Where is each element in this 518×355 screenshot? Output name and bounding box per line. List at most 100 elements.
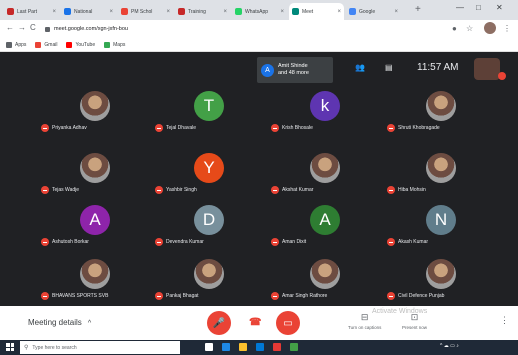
meeting-details-button[interactable]: Meeting details ^	[28, 318, 91, 327]
mic-off-icon	[41, 186, 49, 194]
maximize-button[interactable]: □	[476, 3, 481, 12]
edge-icon[interactable]	[222, 343, 230, 351]
participant-tile[interactable]: N Akash Kumar	[384, 202, 498, 248]
presenter-chip[interactable]: A Amit Shinde and 48 more	[257, 57, 333, 83]
participant-tile[interactable]: Priyanka Adhav	[38, 88, 152, 134]
browser-toolbar: ← → C meet.google.com/xgn-jxfn-bou ● ☆ ⋮	[0, 20, 518, 38]
reload-icon[interactable]: C	[30, 23, 36, 32]
close-tab-icon[interactable]: ×	[223, 9, 227, 15]
tab-label: Training	[188, 8, 206, 15]
mic-off-icon	[271, 238, 279, 246]
windows-start-icon[interactable]	[6, 343, 14, 351]
app-icon[interactable]	[290, 343, 298, 351]
participant-name: Hiba Mohsin	[398, 187, 426, 193]
menu-icon[interactable]: ⋮	[503, 24, 511, 33]
close-tab-icon[interactable]: ×	[166, 9, 170, 15]
url-text: meet.google.com/xgn-jxfn-bou	[54, 26, 128, 32]
bookmark-apps[interactable]: Apps	[6, 41, 26, 48]
mic-off-icon	[271, 124, 279, 132]
participant-tile[interactable]: Tejas Wadje	[38, 150, 152, 196]
chevron-up-icon: ^	[87, 320, 92, 327]
participant-tile[interactable]: BHAVANS SPORTS SVB	[38, 256, 152, 302]
mic-off-icon	[498, 72, 506, 80]
participant-avatar	[194, 259, 224, 289]
camera-indicator-icon[interactable]: ●	[452, 24, 457, 33]
participant-tile[interactable]: Akshat Kumar	[268, 150, 382, 196]
participant-tile[interactable]: Amar Singh Rathore	[268, 256, 382, 302]
chat-icon[interactable]: ▤	[385, 63, 393, 72]
back-icon[interactable]: ←	[6, 23, 14, 32]
gmail-icon	[35, 41, 42, 48]
mic-off-icon	[387, 238, 395, 246]
participant-tile[interactable]: D Devendra Kumar	[152, 202, 266, 248]
tab-2[interactable]: PM Schol ×	[118, 3, 173, 20]
participant-name: Devendra Kumar	[166, 239, 204, 245]
participant-name: BHAVANS SPORTS SVB	[52, 293, 109, 299]
system-tray-icons[interactable]: ^ ☁ ▭ ♪	[440, 343, 459, 349]
close-tab-icon[interactable]: ×	[52, 9, 56, 15]
participant-tile[interactable]: T Tejal Dhavale	[152, 88, 266, 134]
participant-tile[interactable]: Pankaj Bhagat	[152, 256, 266, 302]
mic-off-icon	[387, 124, 395, 132]
mic-off-icon	[41, 238, 49, 246]
participant-avatar	[80, 259, 110, 289]
participant-tile[interactable]: A Ashutosh Borkar	[38, 202, 152, 248]
participant-name: Aman Dixit	[282, 239, 307, 245]
self-view-tile[interactable]	[474, 58, 506, 80]
bookmark-maps[interactable]: Maps	[104, 41, 125, 48]
address-bar[interactable]: meet.google.com/xgn-jxfn-bou	[45, 23, 445, 35]
taskbar-search[interactable]: ⚲ Type here to search	[20, 341, 180, 354]
participant-avatar	[426, 153, 456, 183]
participant-name: Amar Singh Rathore	[282, 293, 328, 299]
participant-avatar	[426, 91, 456, 121]
participant-tile[interactable]: Civil Defence Punjab	[384, 256, 498, 302]
chrome-icon[interactable]	[273, 343, 281, 351]
store-icon[interactable]	[256, 343, 264, 351]
participant-name: Akash Kumar	[398, 239, 429, 245]
bookmark-youtube[interactable]: YouTube	[66, 41, 95, 48]
forward-icon[interactable]: →	[18, 23, 26, 32]
participant-avatar: D	[194, 205, 224, 235]
new-tab-button[interactable]: +	[415, 4, 421, 15]
task-view-icon[interactable]	[205, 343, 213, 351]
camera-toggle-button[interactable]: ▭	[276, 311, 300, 335]
close-tab-icon[interactable]: ×	[394, 9, 398, 15]
tab-5[interactable]: Meet ×	[289, 3, 344, 20]
people-icon[interactable]: 👥	[355, 63, 365, 72]
participant-tile[interactable]: Hiba Mohsin	[384, 150, 498, 196]
tab-favicon-icon	[235, 8, 242, 15]
minimize-button[interactable]: —	[456, 3, 464, 12]
participant-tile[interactable]: Shruti Khobragade	[384, 88, 498, 134]
file-explorer-icon[interactable]	[239, 343, 247, 351]
tab-1[interactable]: National ×	[61, 3, 116, 20]
maps-icon	[104, 41, 111, 48]
tab-6[interactable]: Google ×	[346, 3, 401, 20]
participant-tile[interactable]: k Krish Bhosale	[268, 88, 382, 134]
close-tab-icon[interactable]: ×	[109, 9, 113, 15]
close-window-button[interactable]: ✕	[496, 3, 503, 12]
profile-avatar[interactable]	[484, 22, 496, 34]
tab-label: Last Part	[17, 8, 38, 15]
participant-tile[interactable]: A Aman Dixit	[268, 202, 382, 248]
participant-avatar	[426, 259, 456, 289]
participant-avatar: k	[310, 91, 340, 121]
star-icon[interactable]: ☆	[466, 24, 473, 33]
tab-label: Google	[359, 8, 376, 15]
close-tab-icon[interactable]: ×	[280, 9, 284, 15]
activate-windows-watermark: Activate Windows	[372, 308, 428, 315]
mic-off-icon	[41, 124, 49, 132]
tab-label: National	[74, 8, 93, 15]
participant-name: Tejal Dhavale	[166, 125, 197, 131]
close-tab-icon[interactable]: ×	[337, 9, 341, 15]
participant-tile[interactable]: Y Yashbir Singh	[152, 150, 266, 196]
hang-up-button[interactable]: ☎	[249, 317, 261, 328]
tab-label: Meet	[302, 8, 314, 15]
mic-toggle-button[interactable]: 🎤	[207, 311, 231, 335]
bookmark-gmail[interactable]: Gmail	[35, 41, 57, 48]
participant-avatar	[80, 91, 110, 121]
more-options-icon[interactable]: ⋮	[500, 315, 509, 326]
tab-3[interactable]: Training ×	[175, 3, 230, 20]
meeting-clock: 11:57 AM	[417, 62, 459, 73]
tab-4[interactable]: WhatsApp ×	[232, 3, 287, 20]
tab-0[interactable]: Last Part ×	[4, 3, 59, 20]
